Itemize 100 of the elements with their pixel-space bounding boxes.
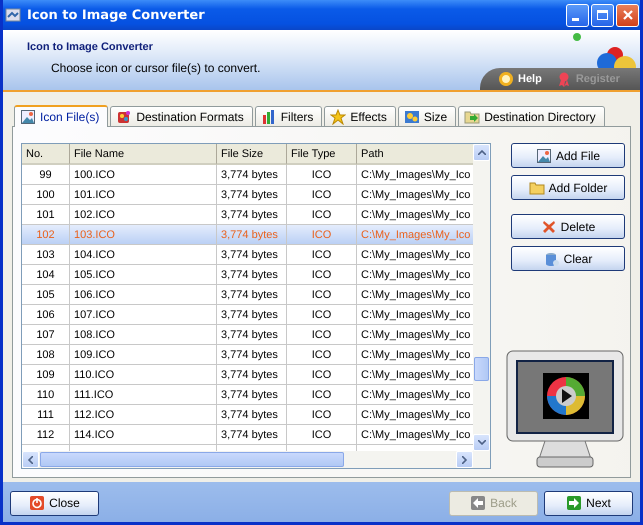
table-cell: 106 (22, 305, 70, 325)
side-button[interactable]: Add File (511, 143, 625, 168)
table-cell: 100.ICO (70, 165, 217, 185)
table-cell: 3,774 bytes (217, 185, 287, 205)
table-cell: 107.ICO (70, 305, 217, 325)
table-row[interactable]: 110 111.ICO 3,774 bytes ICO C:\My_Images\My_Ico (22, 385, 473, 405)
horizontal-scrollbar[interactable] (22, 451, 490, 468)
table-row[interactable]: 109 110.ICO 3,774 bytes ICO C:\My_Images\My_Ico (22, 365, 473, 385)
tab[interactable]: Effects (324, 106, 396, 126)
window-title: Icon to Image Converter (27, 8, 206, 22)
table-cell: 104.ICO (70, 245, 217, 265)
table-cell: ICO (287, 265, 357, 285)
header-title: Icon to Image Converter (27, 41, 154, 53)
star-icon (330, 108, 346, 124)
palette-icon (116, 108, 132, 124)
table-cell: 112.ICO (70, 405, 217, 425)
table-cell: 3,774 bytes (217, 405, 287, 425)
table-cell: 3,774 bytes (217, 425, 287, 445)
vertical-scrollbar[interactable] (473, 144, 490, 451)
table-cell: 103.ICO (70, 225, 217, 245)
table-cell: ICO (287, 425, 357, 445)
table-cell: 108 (22, 345, 70, 365)
table-cell: 109.ICO (70, 345, 217, 365)
scroll-thumb[interactable] (40, 452, 344, 467)
table-cell: 106.ICO (70, 285, 217, 305)
side-button[interactable]: Add Folder (511, 175, 625, 200)
delete-icon (540, 218, 557, 234)
table-cell: 3,774 bytes (217, 265, 287, 285)
tab[interactable]: Icon File(s) (14, 105, 108, 127)
table-cell: 3,774 bytes (217, 385, 287, 405)
table-cell: ICO (287, 365, 357, 385)
column-header[interactable]: No. (22, 144, 70, 165)
footer-button[interactable]: Close (10, 490, 99, 516)
column-header[interactable]: File Size (217, 144, 287, 165)
table-row[interactable]: 106 107.ICO 3,774 bytes ICO C:\My_Images\My_Ico (22, 305, 473, 325)
table-cell: ICO (287, 165, 357, 185)
table-cell: 3,774 bytes (217, 365, 287, 385)
app-icon (5, 7, 21, 23)
table-cell: 104 (22, 265, 70, 285)
table-cell: 3,774 bytes (217, 285, 287, 305)
table-cell: 102 (22, 225, 70, 245)
folder-arrow-icon (464, 108, 480, 124)
table-row[interactable]: 103 104.ICO 3,774 bytes ICO C:\My_Images\My_Ico (22, 245, 473, 265)
table-cell: 111.ICO (70, 385, 217, 405)
table-cell: ICO (287, 305, 357, 325)
table-cell: 99 (22, 165, 70, 185)
close-button[interactable] (616, 4, 639, 26)
table-row[interactable]: 105 106.ICO 3,774 bytes ICO C:\My_Images\My_Ico (22, 285, 473, 305)
tab[interactable]: Filters (254, 106, 322, 126)
table-cell: ICO (287, 325, 357, 345)
table-cell: 108.ICO (70, 325, 217, 345)
scroll-thumb[interactable] (474, 357, 489, 381)
maximize-button[interactable] (591, 4, 614, 26)
side-button[interactable]: Delete (511, 214, 625, 239)
table-cell: 3,774 bytes (217, 345, 287, 365)
table-cell: 103 (22, 245, 70, 265)
help-icon (498, 71, 514, 87)
table-row[interactable]: 111 112.ICO 3,774 bytes ICO C:\My_Images\My_Ico (22, 405, 473, 425)
table-cell: 107 (22, 325, 70, 345)
power-icon (29, 495, 46, 511)
table-cell: 3,774 bytes (217, 165, 287, 185)
close-icon (622, 9, 634, 21)
side-button[interactable]: Clear (511, 246, 625, 271)
table-cell: ICO (287, 225, 357, 245)
tab[interactable]: Destination Formats (110, 106, 253, 126)
image-icon (20, 109, 36, 125)
column-header[interactable]: File Name (70, 144, 217, 165)
table-cell: 3,774 bytes (217, 225, 287, 245)
table-cell: 100 (22, 185, 70, 205)
table-cell: 3,774 bytes (217, 325, 287, 345)
table-row[interactable]: 108 109.ICO 3,774 bytes ICO C:\My_Images\My_Ico (22, 345, 473, 365)
header-link[interactable]: Help (498, 71, 542, 87)
table-cell: ICO (287, 405, 357, 425)
table-row[interactable]: 107 108.ICO 3,774 bytes ICO C:\My_Images\My_Ico (22, 325, 473, 345)
table-cell: 105 (22, 285, 70, 305)
table-cell: 105.ICO (70, 265, 217, 285)
left-arrow-icon (470, 495, 486, 511)
table-row[interactable]: 112 114.ICO 3,774 bytes ICO C:\My_Images\My_Ico (22, 425, 473, 445)
folder-icon (528, 180, 545, 196)
table-row[interactable]: 100 101.ICO 3,774 bytes ICO C:\My_Images\My_Ico (22, 185, 473, 205)
tab[interactable]: Destination Directory (458, 106, 605, 126)
table-cell: 3,774 bytes (217, 245, 287, 265)
table-cell: 101.ICO (70, 185, 217, 205)
table-cell: ICO (287, 345, 357, 365)
tab[interactable]: Size (398, 106, 456, 126)
table-cell: 110.ICO (70, 365, 217, 385)
table-row[interactable]: 104 105.ICO 3,774 bytes ICO C:\My_Images\My_Ico (22, 265, 473, 285)
minimize-button[interactable] (566, 4, 589, 26)
table-row[interactable]: 99 100.ICO 3,774 bytes ICO C:\My_Images\My_Ico (22, 165, 473, 185)
footer-button[interactable]: Next (544, 490, 633, 516)
header-subtitle: Choose icon or cursor file(s) to convert. (50, 61, 262, 75)
image-icon (536, 148, 552, 164)
right-arrow-icon (566, 495, 582, 511)
table-cell: 3,774 bytes (217, 305, 287, 325)
table-cell: ICO (287, 245, 357, 265)
table-cell: ICO (287, 185, 357, 205)
table-cell: ICO (287, 285, 357, 305)
table-cell: ICO (287, 385, 357, 405)
table-cell: 111 (22, 405, 70, 425)
column-header[interactable]: File Type (287, 144, 357, 165)
